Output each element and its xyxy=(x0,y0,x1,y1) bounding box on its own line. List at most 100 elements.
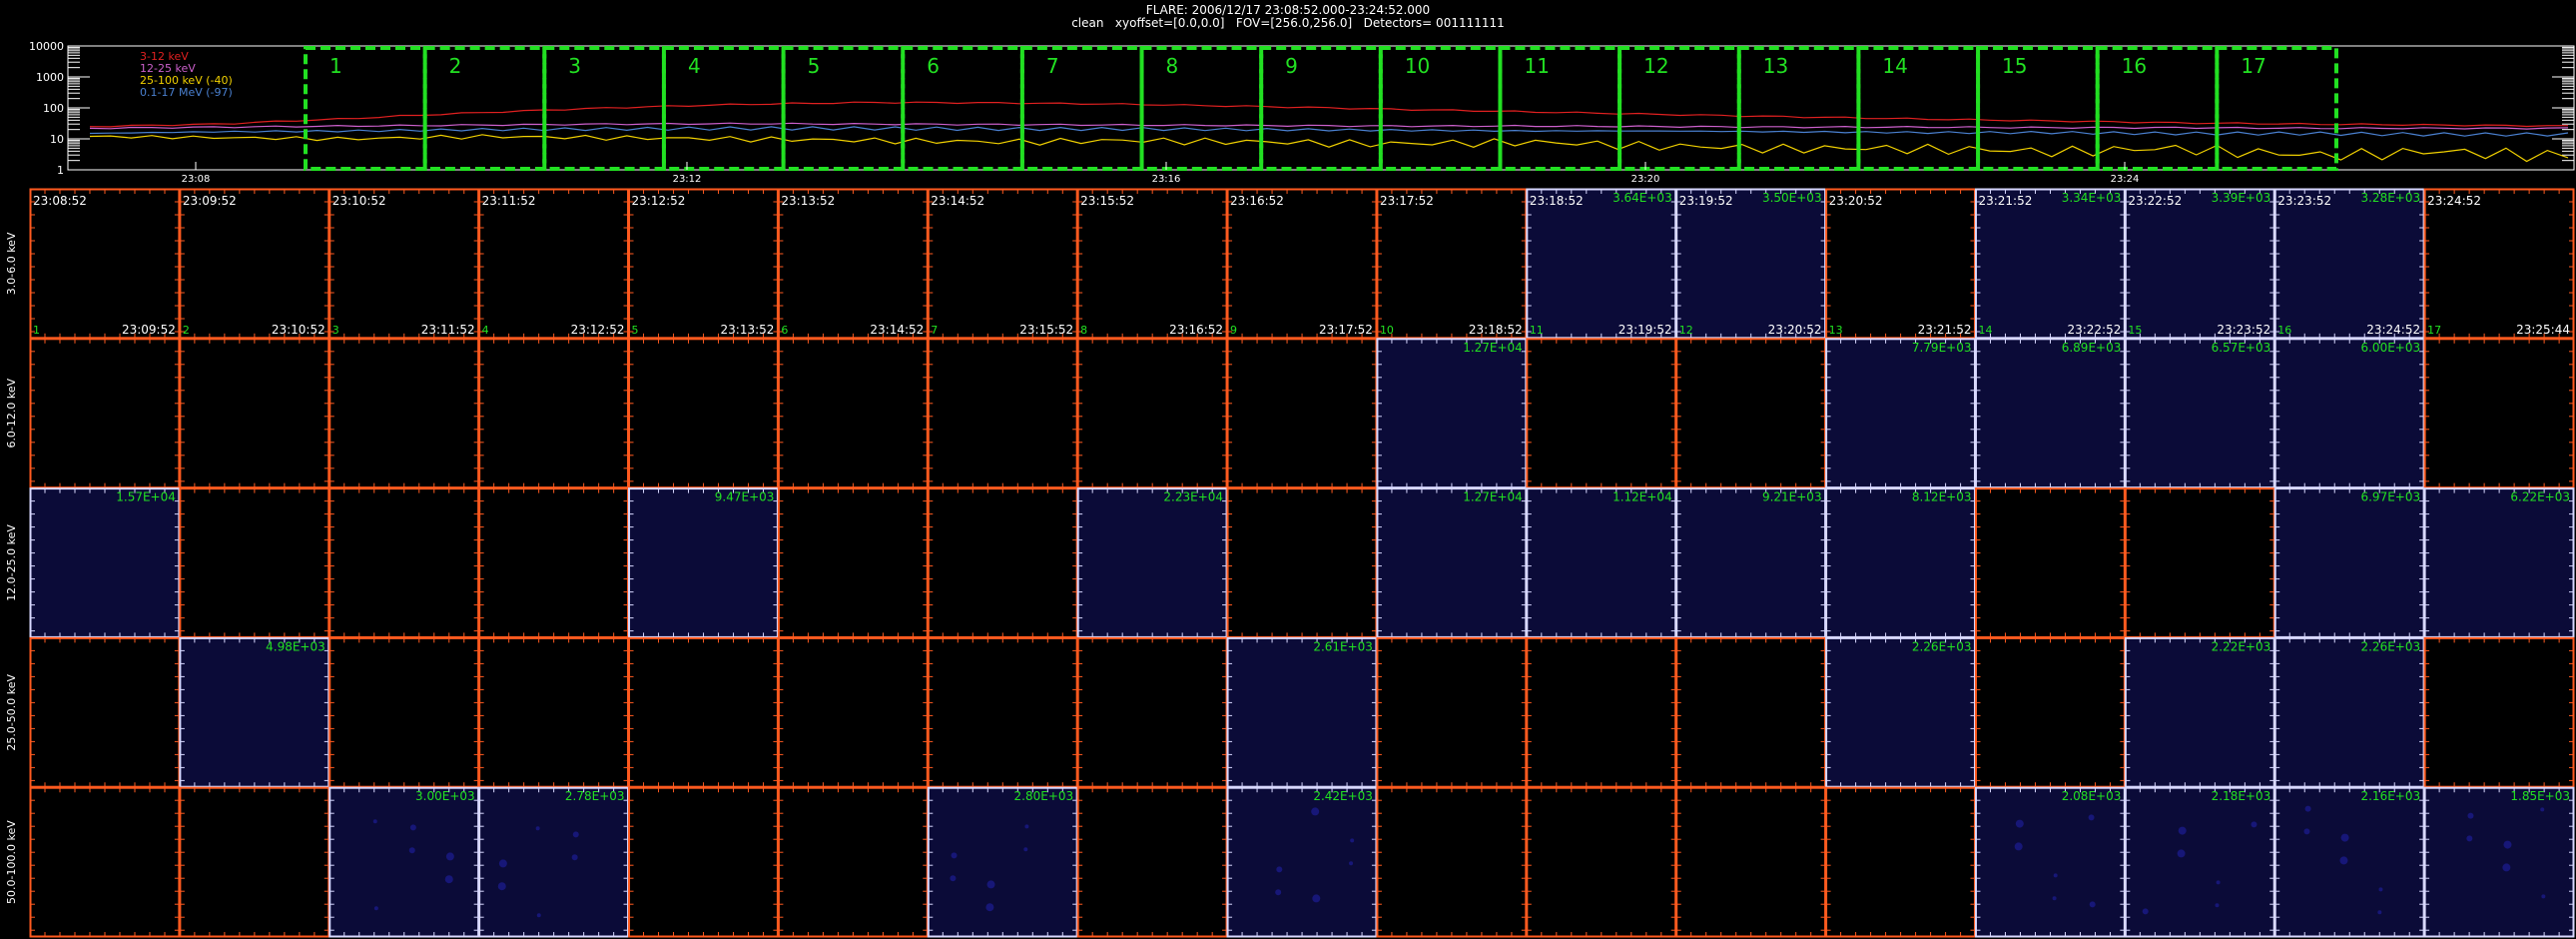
image-cell-frame xyxy=(29,338,181,489)
image-cell-frame xyxy=(1226,338,1378,489)
y-tick-label: 1 xyxy=(57,164,64,177)
image-cell-frame xyxy=(328,786,480,938)
image-cell xyxy=(2423,636,2575,788)
cell-end-time: 23:22:52 xyxy=(2067,323,2121,337)
image-cell xyxy=(29,636,181,788)
emission-speck xyxy=(2053,873,2058,878)
image-cell-frame xyxy=(1825,338,1976,489)
image-cell-frame xyxy=(2124,786,2275,938)
cell-peak-value: 2.08E+03 xyxy=(2062,789,2122,803)
image-cell-frame xyxy=(2273,188,2425,340)
image-cell-frame xyxy=(179,188,330,340)
emission-speck xyxy=(2466,835,2473,842)
image-cell xyxy=(1675,786,1827,938)
image-cell-frame xyxy=(179,786,330,938)
image-cell-frame xyxy=(1825,786,1976,938)
image-cell: 1.85E+03 xyxy=(2423,786,2575,938)
image-cell xyxy=(328,338,480,489)
emission-speck xyxy=(2052,896,2057,901)
interval-label: 13 xyxy=(1763,54,1788,78)
image-cell-frame xyxy=(29,487,181,638)
cell-peak-value: 9.47E+03 xyxy=(715,490,775,504)
image-cell-frame xyxy=(628,636,779,788)
interval-label: 5 xyxy=(808,54,821,78)
image-cell-frame xyxy=(2273,786,2425,938)
cell-peak-value: 2.80E+03 xyxy=(1014,789,1074,803)
cell-peak-value: 1.57E+04 xyxy=(116,490,176,504)
cell-peak-value: 3.34E+03 xyxy=(2062,191,2122,205)
cell-number: 5 xyxy=(632,324,639,337)
emission-speck xyxy=(951,852,958,859)
emission-speck xyxy=(445,852,454,861)
y-tick-label: 1000 xyxy=(36,71,64,84)
interval-label: 11 xyxy=(1524,54,1549,78)
image-cell-frame xyxy=(2124,338,2275,489)
image-cell xyxy=(628,636,779,788)
emission-speck xyxy=(498,859,507,868)
image-cell-frame xyxy=(1974,636,2126,788)
emission-speck xyxy=(1350,838,1355,843)
cell-start-time: 23:18:52 xyxy=(1530,194,1584,208)
cell-end-time: 23:23:52 xyxy=(2217,323,2270,337)
image-cell: 1.12E+04 xyxy=(1526,487,1677,638)
cell-start-time: 23:20:52 xyxy=(1829,194,1883,208)
image-cell-frame xyxy=(1076,188,1228,340)
cell-end-time: 23:19:52 xyxy=(1618,323,1672,337)
image-cell-frame xyxy=(2423,188,2575,340)
image-cell: 2.61E+03 xyxy=(1226,636,1378,788)
cell-peak-value: 1.27E+04 xyxy=(1463,490,1523,504)
image-cell-frame xyxy=(628,786,779,938)
emission-speck xyxy=(2089,901,2096,908)
image-cell xyxy=(777,338,929,489)
image-cell: 8.12E+03 xyxy=(1825,487,1976,638)
energy-row-label: 12.0-25.0 keV xyxy=(5,524,18,601)
interval-box xyxy=(1498,46,1622,171)
cell-peak-value: 3.50E+03 xyxy=(1762,191,1822,205)
interval-label: 6 xyxy=(927,54,940,78)
cell-number: 11 xyxy=(1530,324,1544,337)
emission-speck xyxy=(1276,866,1283,873)
image-cell-frame xyxy=(2273,636,2425,788)
image-cell: 23:12:52 23:13:52 5 xyxy=(628,188,779,340)
image-cell: 2.42E+03 xyxy=(1226,786,1378,938)
cell-peak-value: 3.39E+03 xyxy=(2212,191,2271,205)
cell-number: 6 xyxy=(781,324,788,337)
image-cell-frame xyxy=(1226,636,1378,788)
interval-label: 15 xyxy=(2002,54,2027,78)
image-cell-frame xyxy=(2423,636,2575,788)
interval-label: 8 xyxy=(1166,54,1179,78)
cell-number: 2 xyxy=(183,324,190,337)
cell-end-time: 23:18:52 xyxy=(1469,323,1523,337)
image-cell-frame xyxy=(1376,188,1528,340)
image-cell: 3.64E+03 23:18:52 23:19:52 11 xyxy=(1526,188,1677,340)
image-cell-frame xyxy=(2273,338,2425,489)
image-cell: 23:09:52 23:10:52 2 xyxy=(179,188,330,340)
emission-speck xyxy=(409,824,416,831)
image-cell-frame xyxy=(1526,188,1677,340)
image-cell-frame xyxy=(1974,188,2126,340)
cell-start-time: 23:24:52 xyxy=(2427,194,2481,208)
image-cell-frame xyxy=(628,188,779,340)
x-tick-label: 23:12 xyxy=(673,174,702,185)
cell-start-time: 23:22:52 xyxy=(2128,194,2182,208)
image-cell-frame xyxy=(1675,188,1827,340)
y-tick-label: 10000 xyxy=(29,40,64,53)
image-cell xyxy=(1526,786,1677,938)
image-cell: 4.98E+03 xyxy=(179,636,330,788)
image-cell xyxy=(1376,786,1528,938)
interval-box xyxy=(2095,46,2220,171)
cell-start-time: 23:13:52 xyxy=(781,194,835,208)
emission-speck xyxy=(373,906,378,911)
emission-speck xyxy=(1275,889,1282,896)
image-cell: 1.27E+04 xyxy=(1376,338,1528,489)
image-cell xyxy=(777,636,929,788)
image-cell xyxy=(29,338,181,489)
emission-speck xyxy=(536,913,541,918)
cell-peak-value: 6.89E+03 xyxy=(2062,341,2122,355)
interval-label: 1 xyxy=(329,54,342,78)
legend-entry: 0.1-17 MeV (-97) xyxy=(140,86,233,99)
image-cell: 3.39E+03 23:22:52 23:23:52 15 xyxy=(2124,188,2275,340)
emission-speck xyxy=(2215,903,2220,908)
emission-speck xyxy=(2377,910,2382,915)
image-cell xyxy=(1076,338,1228,489)
